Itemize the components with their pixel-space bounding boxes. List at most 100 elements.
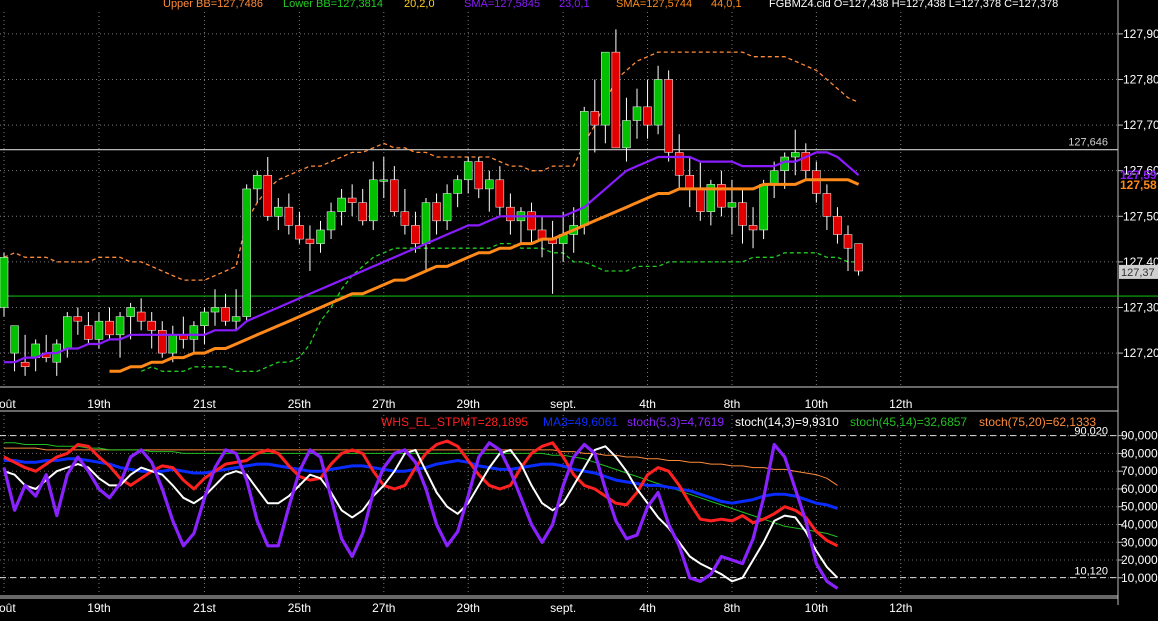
candle-body: [316, 229, 325, 244]
candle-body: [73, 316, 83, 322]
sma-slow-label: SMA=127,5744: [616, 0, 692, 10]
osc-date-label: 21st: [193, 601, 216, 615]
candle-body: [136, 311, 146, 322]
price-tick-label: 127,70: [1123, 118, 1158, 132]
candle-body: [727, 202, 737, 208]
candle-body: [601, 51, 610, 126]
candle-body: [822, 193, 832, 217]
osc-tick-label: 70,000: [1121, 464, 1158, 478]
price-date-label: 19th: [87, 397, 110, 411]
osc-date-label: 12th: [889, 601, 912, 615]
candle-body: [474, 161, 483, 190]
candle-body: [506, 206, 515, 222]
chart-canvas: 127,646 127,20127,30127,40127,50127,6012…: [0, 0, 1158, 621]
legend-stoch53: stoch(5,3)=4,7619: [627, 415, 724, 429]
osc-date-label: sept.: [550, 601, 576, 615]
osc-tick-label: 30,000: [1121, 535, 1158, 549]
candle-body: [115, 316, 125, 336]
osc-tick-label: 60,000: [1121, 482, 1158, 496]
candle-body: [611, 51, 621, 149]
osc-ref-label: 10,120: [1074, 566, 1108, 578]
ohlc-readout: FGBMZ4.cld O=127,438 H=127,438 L=127,378…: [769, 0, 1058, 10]
legend-ma3: MA3=49,6061: [543, 415, 618, 429]
osc-y-axis: 10,000 20,000 30,000 40,000 50,000 60,000 70,0…: [1118, 429, 1158, 585]
sma-fast-label: SMA=127,5845: [464, 0, 540, 10]
candle-body: [295, 225, 304, 240]
candle-body: [453, 179, 462, 194]
candle-body: [643, 106, 652, 126]
candle-body: [738, 202, 747, 226]
candle-body: [463, 161, 473, 181]
price-tick-label: 127,30: [1123, 300, 1158, 314]
candle-body: [147, 320, 156, 331]
candle-body: [126, 307, 135, 317]
candle-body: [231, 316, 241, 322]
candle-body: [432, 202, 441, 222]
candle-body: [358, 202, 367, 222]
legend-stoch4514: stoch(45,14)=32,6857: [850, 415, 967, 429]
candle-body: [189, 325, 199, 340]
price-date-label: 29th: [457, 397, 480, 411]
osc-date-label: 27th: [372, 601, 395, 615]
candle-body: [379, 179, 389, 182]
price-date-label: 12th: [889, 397, 912, 411]
candle-body: [242, 188, 251, 317]
candle-body: [94, 320, 104, 340]
candle-body: [485, 179, 494, 190]
legend-stoch143: stoch(14,3)=9,9310: [735, 415, 839, 429]
candle-body: [305, 238, 315, 244]
price-date-label: sept.: [550, 397, 576, 411]
osc-date-label: 29th: [457, 601, 480, 615]
hline-white-label: 127,646: [1068, 137, 1108, 149]
legend-whs: WHS_EL_STPMT=28,1895: [381, 415, 528, 429]
candle-body: [337, 197, 346, 212]
bb-params: 20,2,0: [404, 0, 435, 10]
osc-tick-label: 20,000: [1121, 553, 1158, 567]
candle-body: [421, 202, 431, 244]
candle-body: [221, 307, 230, 322]
candle-body: [0, 257, 9, 308]
legend-stoch7520: stoch(75,20)=62,1333: [979, 415, 1096, 429]
price-tick-label: 127,50: [1123, 209, 1158, 223]
candle-body: [105, 320, 114, 336]
price-tick-label: 127,20: [1123, 346, 1158, 360]
candle-body: [252, 174, 262, 190]
candle-body: [812, 170, 821, 194]
osc-tick-label: 90,000: [1121, 429, 1158, 443]
candle-body: [748, 225, 758, 231]
candle-body: [210, 307, 220, 313]
candle-body: [632, 106, 642, 121]
candle-body: [590, 111, 600, 126]
candle-body: [390, 179, 399, 212]
price-date-label: 21st: [193, 397, 216, 411]
osc-tick-label: 10,000: [1121, 571, 1158, 585]
candle-body: [168, 334, 178, 354]
price-date-label: 10th: [805, 397, 828, 411]
price-tick-label: 127,80: [1123, 72, 1158, 86]
candle-body: [263, 174, 272, 217]
candle-body: [369, 179, 378, 222]
candle-body: [854, 243, 863, 272]
candle-body: [326, 211, 336, 231]
candle-body: [653, 79, 663, 126]
price-date-label: 27th: [372, 397, 395, 411]
price-date-label: 8th: [724, 397, 741, 411]
lower-bb-label: Lower BB=127,3814: [283, 0, 383, 10]
candle-body: [63, 316, 72, 349]
osc-date-label: 25th: [288, 601, 311, 615]
osc-tick-label: 50,000: [1121, 500, 1158, 514]
price-tick-label: 127,90: [1123, 27, 1158, 41]
candle-body: [200, 311, 209, 326]
candle-body: [20, 361, 30, 368]
sma-fast-params: 23,0,1: [559, 0, 590, 10]
osc-date-label: 19th: [87, 601, 110, 615]
upper-bb-label: Upper BB=127,7486: [163, 0, 263, 10]
candle-body: [674, 152, 684, 176]
candle-body: [495, 179, 505, 208]
osc-date-label: 4th: [639, 601, 656, 615]
candle-body: [527, 211, 536, 231]
last-price-label: 127,37: [1121, 267, 1155, 279]
candle-body: [685, 174, 694, 190]
candle-body: [843, 234, 853, 249]
candle-body: [791, 152, 800, 158]
